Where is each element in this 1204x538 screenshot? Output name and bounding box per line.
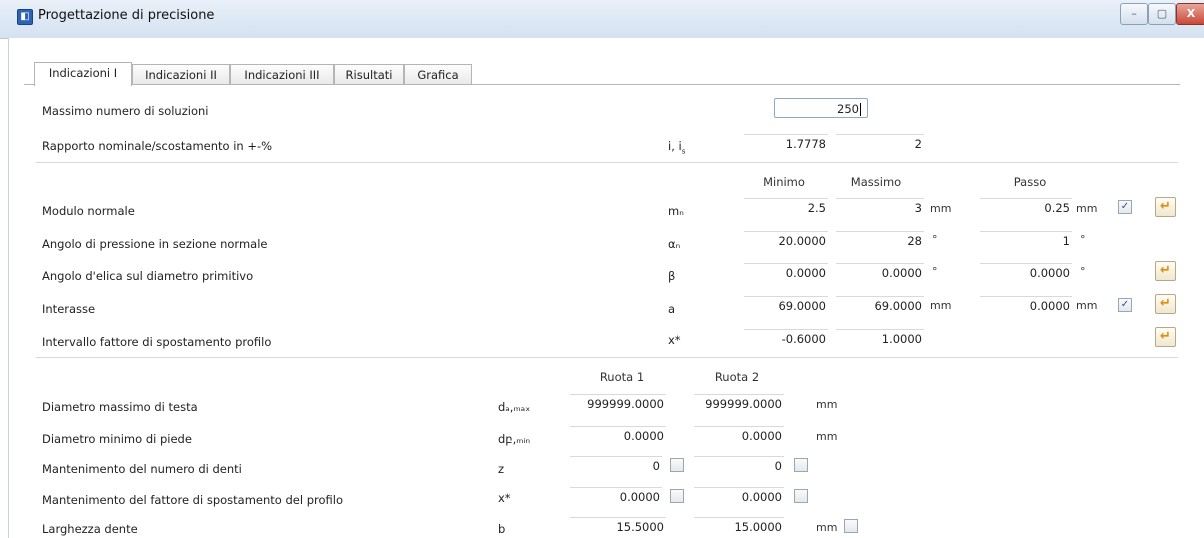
root-diameter-unit: mm — [816, 430, 838, 443]
root-diameter-wheel2-field[interactable]: 0.0000 — [694, 426, 784, 444]
ratio-label: Rapporto nominale/scostamento in +-% — [42, 139, 273, 153]
center-distance-step-field[interactable]: 0.0000 — [980, 296, 1072, 314]
root-diameter-label: Diametro minimo di piede — [42, 432, 192, 446]
header-max: Massimo — [850, 175, 902, 189]
face-width-wheel2-field[interactable]: 15.0000 — [694, 517, 784, 535]
helix-angle-symbol: β — [668, 269, 676, 283]
keep-teeth-wheel2-field[interactable]: 0 — [694, 456, 784, 474]
minimize-button[interactable]: – — [1120, 3, 1148, 25]
root-diameter-symbol: dբ,ₘᵢₙ — [498, 432, 531, 446]
face-width-unit: mm — [816, 521, 838, 534]
keep-profile-shift-wheel2-field[interactable]: 0.0000 — [694, 487, 784, 505]
tab-divider — [24, 84, 1180, 85]
center-distance-min-field[interactable]: 69.0000 — [744, 296, 828, 314]
title-bar: ◧ Progettazione di precisione – ▢ X — [0, 0, 1204, 39]
header-wheel-1: Ruota 1 — [599, 370, 645, 384]
keep-profile-shift-symbol: x* — [498, 491, 511, 505]
keep-profile-shift-wheel1-checkbox[interactable] — [670, 489, 684, 503]
profile-shift-range-symbol: x* — [668, 333, 681, 347]
center-distance-checkbox[interactable]: ✓ — [1118, 298, 1132, 312]
center-distance-max-field[interactable]: 69.0000 — [836, 296, 924, 314]
keep-teeth-symbol: z — [498, 462, 505, 476]
arrow-left-icon[interactable]: ↵ — [1155, 197, 1176, 217]
arrow-left-icon[interactable]: ↵ — [1155, 327, 1176, 347]
tab-indicazioni-1[interactable]: Indicazioni I — [34, 62, 132, 86]
keep-teeth-wheel1-field[interactable]: 0 — [570, 456, 662, 474]
app-icon: ◧ — [17, 9, 33, 25]
pressure-angle-max-unit: ° — [932, 233, 938, 246]
arrow-left-icon[interactable]: ↵ — [1155, 294, 1176, 314]
normal-module-symbol: mₙ — [668, 204, 684, 218]
tip-diameter-unit: mm — [816, 398, 838, 411]
tab-grafica[interactable]: Grafica — [404, 64, 472, 85]
header-wheel-2: Ruota 2 — [714, 370, 760, 384]
separator — [36, 162, 1178, 163]
profile-shift-max-field[interactable]: 1.0000 — [836, 329, 924, 347]
normal-module-step-field[interactable]: 0.25 — [980, 198, 1072, 216]
pressure-angle-symbol: αₙ — [668, 237, 681, 251]
root-diameter-wheel1-field[interactable]: 0.0000 — [570, 426, 666, 444]
max-solutions-input[interactable]: 250 — [774, 98, 868, 118]
keep-teeth-label: Mantenimento del numero di denti — [42, 462, 242, 476]
keep-teeth-wheel2-checkbox[interactable] — [794, 458, 808, 472]
keep-profile-shift-wheel1-field[interactable]: 0.0000 — [570, 487, 662, 505]
pressure-angle-step-unit: ° — [1080, 233, 1086, 246]
normal-module-max-field[interactable]: 3 — [836, 198, 924, 216]
pressure-angle-label: Angolo di pressione in sezione normale — [42, 237, 268, 251]
center-distance-max-unit: mm — [930, 299, 952, 312]
profile-shift-min-field[interactable]: -0.6000 — [744, 329, 828, 347]
maximize-button[interactable]: ▢ — [1148, 3, 1176, 25]
arrow-left-icon[interactable]: ↵ — [1155, 261, 1176, 281]
face-width-checkbox[interactable] — [844, 519, 858, 533]
center-distance-symbol: a — [668, 302, 676, 316]
header-step: Passo — [1013, 175, 1047, 189]
normal-module-checkbox[interactable]: ✓ — [1118, 200, 1132, 214]
pressure-angle-step-field[interactable]: 1 — [980, 231, 1072, 249]
face-width-label: Larghezza dente — [42, 522, 138, 536]
header-min: Minimo — [763, 175, 805, 189]
close-button[interactable]: X — [1176, 3, 1204, 25]
ratio-value-field[interactable]: 1.7778 — [744, 134, 828, 152]
helix-angle-min-field[interactable]: 0.0000 — [744, 263, 828, 281]
face-width-wheel1-field[interactable]: 15.5000 — [570, 517, 666, 535]
tip-diameter-symbol: dₐ,ₘₐₓ — [498, 400, 531, 414]
normal-module-label: Modulo normale — [42, 204, 135, 218]
tab-indicazioni-2[interactable]: Indicazioni II — [132, 64, 230, 85]
profile-shift-range-label: Intervallo fattore di spostamento profil… — [42, 335, 272, 349]
ratio-deviation-field[interactable]: 2 — [836, 134, 924, 152]
helix-angle-label: Angolo d'elica sul diametro primitivo — [42, 269, 254, 283]
pressure-angle-max-field[interactable]: 28 — [836, 231, 924, 249]
center-distance-label: Interasse — [42, 302, 96, 316]
tab-indicazioni-3[interactable]: Indicazioni III — [230, 64, 334, 85]
helix-angle-max-unit: ° — [932, 265, 938, 278]
max-solutions-label: Massimo numero di soluzioni — [42, 104, 209, 118]
normal-module-max-unit: mm — [930, 202, 952, 215]
tip-diameter-wheel1-field[interactable]: 999999.0000 — [570, 394, 666, 412]
center-distance-step-unit: mm — [1076, 299, 1098, 312]
keep-profile-shift-wheel2-checkbox[interactable] — [794, 489, 808, 503]
helix-angle-step-unit: ° — [1080, 265, 1086, 278]
pressure-angle-min-field[interactable]: 20.0000 — [744, 231, 828, 249]
helix-angle-step-field[interactable]: 0.0000 — [980, 263, 1072, 281]
keep-profile-shift-label: Mantenimento del fattore di spostamento … — [42, 493, 343, 507]
window-title: Progettazione di precisione — [38, 8, 215, 23]
normal-module-step-unit: mm — [1076, 202, 1098, 215]
tip-diameter-label: Diametro massimo di testa — [42, 400, 198, 414]
separator — [36, 357, 1178, 358]
normal-module-min-field[interactable]: 2.5 — [744, 198, 828, 216]
tip-diameter-wheel2-field[interactable]: 999999.0000 — [694, 394, 784, 412]
helix-angle-max-field[interactable]: 0.0000 — [836, 263, 924, 281]
tab-risultati[interactable]: Risultati — [334, 64, 404, 85]
face-width-symbol: b — [498, 522, 506, 536]
ratio-symbol: i, is — [668, 139, 686, 156]
keep-teeth-wheel1-checkbox[interactable] — [670, 458, 684, 472]
